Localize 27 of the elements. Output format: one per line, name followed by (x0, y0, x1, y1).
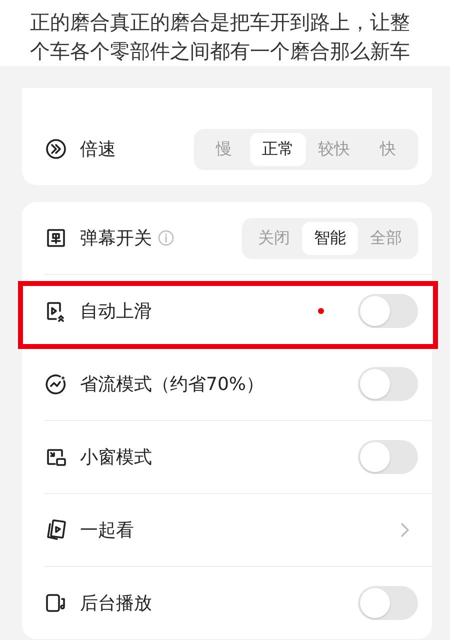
setting-label: 小窗模式 (80, 446, 152, 469)
toggle-switch[interactable] (358, 440, 418, 474)
speed-icon (44, 137, 68, 161)
gauge-icon (44, 372, 68, 396)
toggle-switch[interactable] (358, 367, 418, 401)
setting-label: 自动上滑 (80, 300, 152, 323)
setting-label: 倍速 (80, 138, 116, 161)
toggle-switch[interactable] (358, 294, 418, 328)
setting-label: 弹幕开关 (80, 227, 152, 250)
danmaku-icon (44, 226, 68, 250)
setting-label: 省流模式（约省70%） (80, 373, 264, 396)
article-text-line: 个车各个零部件之间都有一个磨合那么新车 (30, 38, 411, 65)
segment-option[interactable]: 全部 (358, 222, 414, 254)
info-icon[interactable] (158, 230, 174, 246)
phone-music-icon (44, 591, 68, 615)
segment-option[interactable]: 正常 (250, 132, 306, 166)
toggle-switch[interactable] (358, 586, 418, 620)
segment-option[interactable]: 关闭 (246, 222, 302, 254)
segment-option[interactable]: 较快 (306, 132, 362, 166)
chevron-right-icon[interactable] (400, 522, 410, 538)
segment-option[interactable]: 慢 (198, 132, 250, 166)
cards-icon (44, 518, 68, 542)
segment-option[interactable]: 智能 (302, 222, 358, 254)
setting-label: 一起看 (80, 519, 134, 542)
article-text-line: 正的磨合真正的磨合是把车开到路上，让整 (30, 9, 411, 36)
segment-option[interactable]: 快 (362, 132, 414, 166)
setting-label: 后台播放 (80, 592, 152, 615)
